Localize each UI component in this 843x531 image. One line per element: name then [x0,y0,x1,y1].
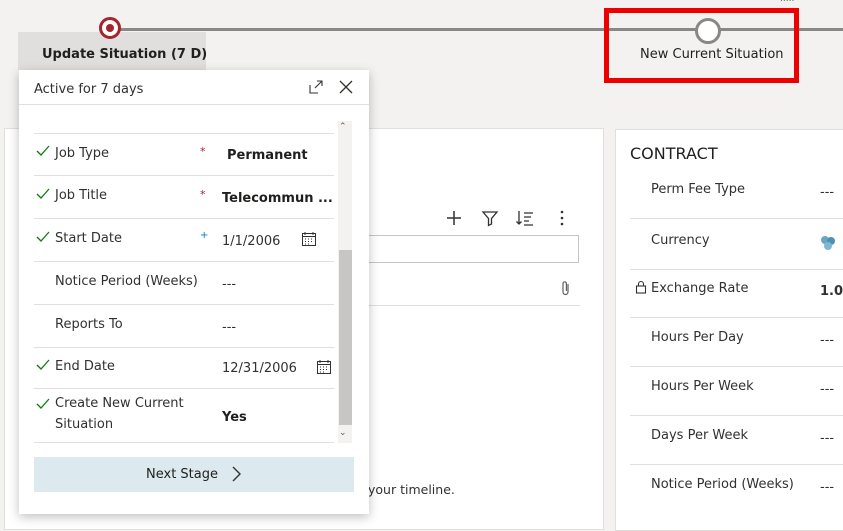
field-label: Reports To [55,317,123,332]
active-stage-icon[interactable] [99,17,121,39]
highlight-annotation-box [604,8,799,83]
next-stage-button[interactable]: Next Stage [34,457,354,492]
checkmark-icon [36,145,50,156]
attachment-icon[interactable] [559,280,573,298]
field-value[interactable]: 12/31/2006 [222,361,297,376]
stage-flyout-panel: Active for 7 days ⌃ ⌄ Job Type * Permane… [19,70,369,514]
field-label: Perm Fee Type [651,182,746,197]
field-value[interactable]: Telecommun ... [222,191,333,206]
field-value[interactable]: --- [820,382,834,397]
lock-icon [635,280,647,294]
field-label: Hours Per Day [651,330,744,345]
field-value[interactable]: --- [222,320,236,335]
timeline-divider [368,305,580,306]
field-label: Notice Period (Weeks) [651,477,794,492]
filter-icon[interactable] [480,208,500,228]
field-label: Start Date [55,231,122,246]
expand-icon[interactable] [308,79,324,95]
add-icon[interactable] [444,208,464,228]
field-label: Hours Per Week [651,379,754,394]
field-label-line2: Situation [55,417,114,432]
field-label: End Date [55,359,115,374]
scroll-down-icon[interactable]: ⌄ [339,428,347,438]
field-label: Currency [651,233,710,248]
field-value[interactable]: Permanent [227,148,308,163]
field-value[interactable]: --- [820,185,834,200]
field-value[interactable]: Yes [222,410,247,425]
field-value[interactable]: 1/1/2006 [222,234,280,249]
field-label: Job Type [55,146,110,161]
field-value[interactable]: --- [820,431,834,446]
field-label-line1: Create New Current [55,396,184,411]
field-label: Days Per Week [651,428,749,443]
stage-duration-text: Active for 7 days [34,82,144,97]
field-value: 1.0 [820,284,843,299]
close-icon[interactable] [338,79,354,95]
currency-icon[interactable] [819,234,837,252]
field-label: Exchange Rate [651,281,749,296]
sort-icon[interactable] [515,208,535,228]
flyout-scrollbar-thumb[interactable] [339,250,352,425]
checkmark-icon [36,359,50,370]
calendar-icon[interactable] [316,359,332,375]
required-marker: * [200,188,206,201]
active-stage-label[interactable]: Update Situation (7 D) [42,47,207,62]
checkmark-icon [36,231,50,242]
timeline-search-input[interactable] [368,235,579,263]
next-stage-button-label: Next Stage [146,467,218,482]
more-options-icon[interactable] [552,208,572,228]
required-marker: * [200,145,206,158]
business-process-bar: ..... Update Situation (7 D) New Current… [0,0,843,83]
recommended-marker: + [200,230,209,241]
calendar-icon[interactable] [301,231,317,247]
field-label: Job Title [55,188,108,203]
field-value[interactable]: --- [222,277,236,292]
timeline-empty-message: your timeline. [368,482,455,497]
top-edge-text: ..... [780,0,794,4]
chevron-right-icon [232,466,241,482]
checkmark-icon [36,188,50,199]
field-label: Notice Period (Weeks) [55,274,198,289]
field-value[interactable]: --- [820,333,834,348]
scroll-up-icon[interactable]: ⌃ [339,122,347,132]
field-value[interactable]: --- [820,480,834,495]
checkmark-icon [36,398,50,409]
contract-section-title: CONTRACT [630,144,718,163]
